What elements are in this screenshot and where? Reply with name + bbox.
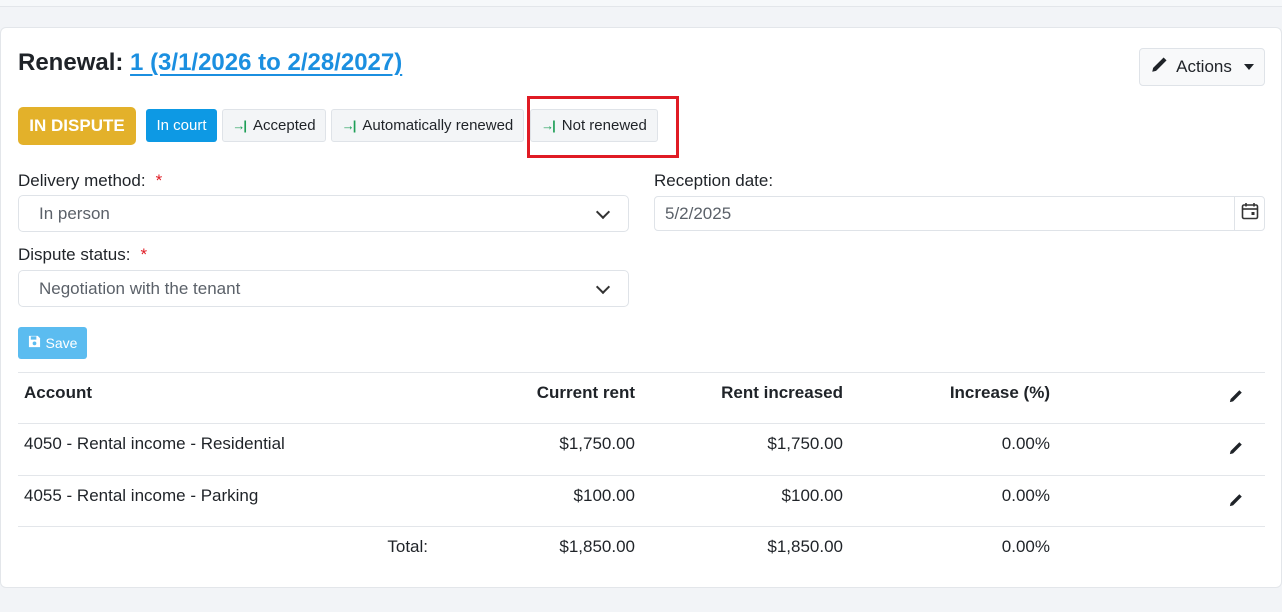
total-current-rent: $1,850.00 [559,537,635,556]
actions-button[interactable]: Actions [1139,48,1265,86]
table-row-increase-pct: 0.00% [1001,434,1050,453]
actions-label: Actions [1176,57,1232,76]
dispute-status-label-text: Dispute status: [18,245,131,264]
renewal-link[interactable]: 1 (3/1/2026 to 2/28/2027) [130,49,402,76]
delivery-method-select[interactable]: In person [18,195,629,232]
automatically-renewed-button[interactable]: →| Automatically renewed [331,109,524,142]
renewal-label: Renewal: [18,49,124,76]
table-divider [18,475,1265,476]
total-rent-increased: $1,850.00 [767,537,843,556]
dispute-status-value: Negotiation with the tenant [39,278,241,298]
floppy-disk-icon [28,335,41,351]
dispute-status-label: Dispute status: * [18,245,147,265]
arrow-to-bar-icon: →| [341,118,357,133]
reception-date-input[interactable]: 5/2/2025 [654,196,1265,231]
column-header-current-rent: Current rent [536,383,635,402]
total-label: Total: [387,537,428,556]
calendar-button[interactable] [1234,197,1264,230]
delivery-method-value: In person [39,203,110,223]
edit-all-pencil-icon[interactable] [1228,389,1243,409]
save-button[interactable]: Save [18,327,87,359]
edit-row-pencil-icon[interactable] [1228,441,1243,461]
table-top-border [18,372,1265,373]
table-row-account: 4050 - Rental income - Residential [24,434,285,453]
column-header-increase-pct: Increase (%) [949,383,1050,402]
required-mark: * [140,245,148,264]
table-row-rent-increased: $1,750.00 [767,434,843,453]
automatically-renewed-label: Automatically renewed [362,117,514,134]
table-row-increase-pct: 0.00% [1001,486,1050,505]
edit-row-pencil-icon[interactable] [1228,493,1243,513]
in-court-button[interactable]: In court [146,109,217,142]
calendar-icon [1241,202,1259,225]
table-row-current-rent: $100.00 [573,486,635,505]
pencil-icon [1150,56,1168,79]
total-increase-pct: 0.00% [1001,537,1050,556]
chevron-down-icon [595,279,611,295]
delivery-method-label: Delivery method: * [18,171,162,191]
page-title: Renewal: 1 (3/1/2026 to 2/28/2027) [18,49,402,77]
delivery-method-label-text: Delivery method: [18,171,146,190]
accepted-button[interactable]: →| Accepted [222,109,326,142]
arrow-to-bar-icon: →| [232,118,247,133]
table-row-current-rent: $1,750.00 [559,434,635,453]
accepted-label: Accepted [253,117,316,134]
reception-date-label: Reception date: [654,171,774,190]
table-row-rent-increased: $100.00 [781,486,843,505]
table-row-account: 4055 - Rental income - Parking [24,486,259,505]
reception-date-value: 5/2/2025 [665,203,732,223]
top-strip [0,0,1282,7]
save-label: Save [45,335,78,351]
chevron-down-icon [595,204,611,220]
highlight-box [527,96,679,158]
status-badge: IN DISPUTE [18,107,136,145]
dispute-status-select[interactable]: Negotiation with the tenant [18,270,629,307]
caret-down-icon [1243,64,1254,70]
table-divider [18,423,1265,424]
column-header-rent-increased: Rent increased [721,383,843,402]
table-divider [18,526,1265,527]
column-header-account: Account [24,383,92,402]
required-mark: * [155,171,163,190]
